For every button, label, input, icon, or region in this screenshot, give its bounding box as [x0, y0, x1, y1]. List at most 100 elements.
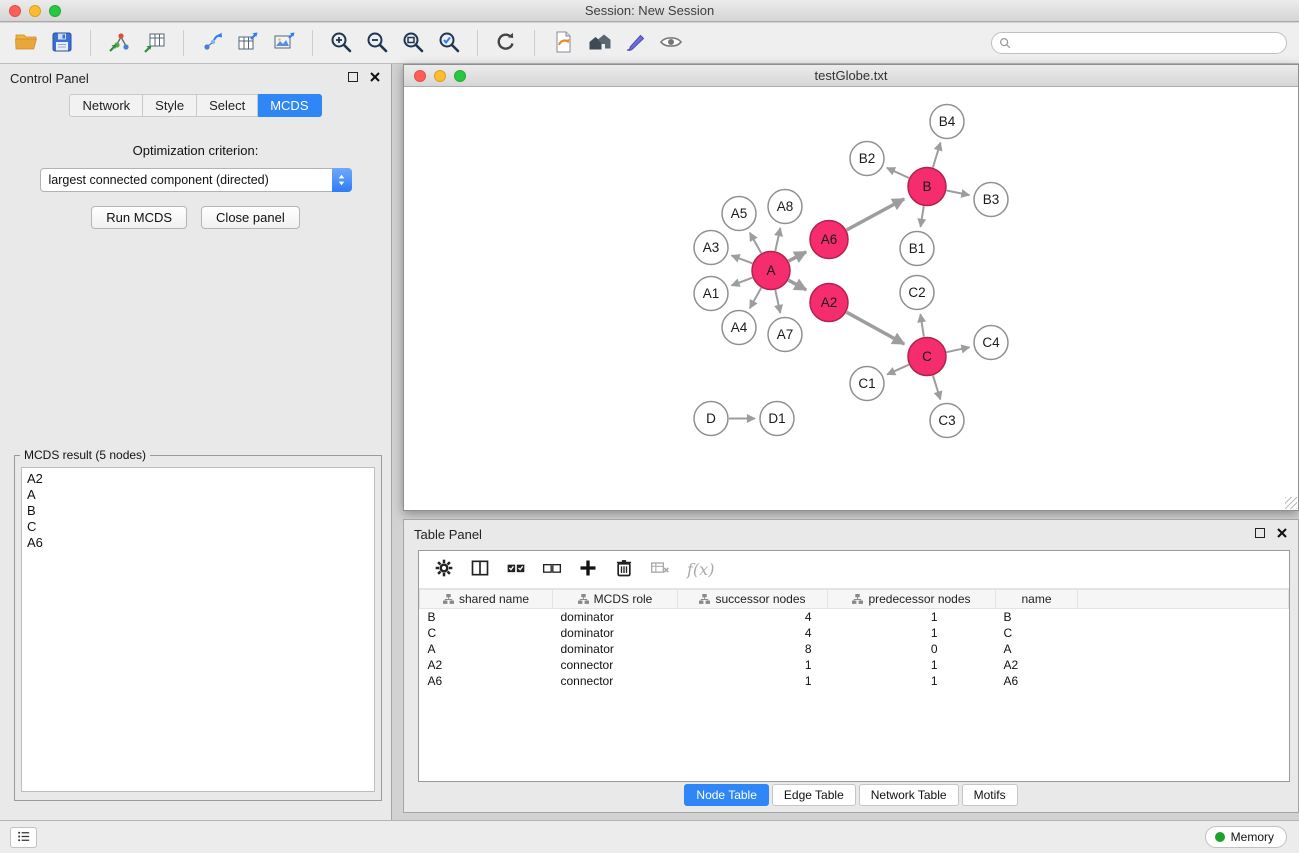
function-builder-button[interactable]: f(x)	[681, 555, 714, 585]
graph-node-A7[interactable]: A7	[768, 318, 802, 352]
graph-node-B[interactable]: B	[908, 168, 946, 206]
tab-style[interactable]: Style	[143, 94, 197, 117]
delete-table-button[interactable]	[645, 555, 675, 585]
mcds-result-item[interactable]: B	[27, 503, 369, 519]
graph-edge-A-A8[interactable]	[775, 228, 780, 251]
export-table-button[interactable]	[232, 27, 264, 59]
memory-button[interactable]: Memory	[1205, 826, 1287, 848]
export-image-button[interactable]	[268, 27, 300, 59]
mcds-result-item[interactable]: C	[27, 519, 369, 535]
graph-node-A3[interactable]: A3	[694, 231, 728, 265]
graph-node-B2[interactable]: B2	[850, 142, 884, 176]
column-header-successor-nodes[interactable]: successor nodes	[678, 590, 828, 609]
tab-node-table[interactable]: Node Table	[684, 784, 769, 806]
tab-select[interactable]: Select	[197, 94, 258, 117]
graph-node-C3[interactable]: C3	[930, 404, 964, 438]
mcds-result-item[interactable]: A	[27, 487, 369, 503]
close-panel-button[interactable]	[369, 71, 381, 83]
zoom-out-button[interactable]	[361, 27, 393, 59]
tab-edge-table[interactable]: Edge Table	[772, 784, 856, 806]
graph-edge-A6-B[interactable]	[847, 199, 905, 230]
zoom-fit-button[interactable]	[397, 27, 429, 59]
zoom-in-button[interactable]	[325, 27, 357, 59]
table-row[interactable]: A2connector11A2	[420, 657, 1289, 673]
run-mcds-button[interactable]: Run MCDS	[91, 206, 187, 229]
network-window-titlebar[interactable]: testGlobe.txt	[404, 65, 1298, 87]
graph-node-A5[interactable]: A5	[722, 197, 756, 231]
graph-edge-A-A3[interactable]	[732, 255, 753, 263]
graph-edge-B-B3[interactable]	[947, 191, 970, 196]
table-settings-button[interactable]	[429, 555, 459, 585]
close-panel-action-button[interactable]: Close panel	[201, 206, 300, 229]
graph-edge-A-A5[interactable]	[750, 233, 761, 253]
graph-node-A6[interactable]: A6	[810, 221, 848, 259]
select-all-columns-button[interactable]	[501, 555, 531, 585]
zoom-window-button[interactable]	[49, 5, 61, 17]
network-close-button[interactable]	[414, 70, 426, 82]
open-file-button[interactable]	[10, 27, 42, 59]
graph-edge-C-C3[interactable]	[933, 376, 940, 400]
graph-edge-B-B1[interactable]	[921, 206, 924, 227]
table-row[interactable]: Bdominator41B	[420, 609, 1289, 625]
mcds-result-item[interactable]: A2	[27, 471, 369, 487]
first-neighbors-button[interactable]	[547, 27, 579, 59]
zoom-selected-button[interactable]	[433, 27, 465, 59]
import-table-button[interactable]	[139, 27, 171, 59]
deselect-all-columns-button[interactable]	[537, 555, 567, 585]
graph-node-C[interactable]: C	[908, 338, 946, 376]
eye-button[interactable]	[655, 27, 687, 59]
close-table-panel-button[interactable]	[1276, 527, 1288, 539]
mcds-result-item[interactable]: A6	[27, 535, 369, 551]
graph-edge-B-B2[interactable]	[887, 168, 909, 178]
graph-edge-A-A7[interactable]	[775, 290, 780, 313]
command-panel-button[interactable]	[10, 827, 37, 848]
import-network-button[interactable]	[103, 27, 135, 59]
graph-edge-A-A4[interactable]	[750, 288, 761, 308]
refresh-layout-button[interactable]	[490, 27, 522, 59]
home-button[interactable]	[583, 27, 615, 59]
graph-node-A4[interactable]: A4	[722, 311, 756, 345]
network-zoom-button[interactable]	[454, 70, 466, 82]
graph-edge-A-A2[interactable]	[789, 280, 807, 290]
save-session-button[interactable]	[46, 27, 78, 59]
export-network-button[interactable]	[196, 27, 228, 59]
tab-mcds[interactable]: MCDS	[258, 94, 321, 117]
tab-network[interactable]: Network	[69, 94, 143, 117]
graph-edge-A-A6[interactable]	[789, 252, 807, 261]
graph-node-C2[interactable]: C2	[900, 276, 934, 310]
optimization-criterion-dropdown[interactable]: largest connected component (directed)	[40, 168, 352, 192]
network-canvas[interactable]: AA6A2BCA5A8A3A1A4A7B2B4B3B1C2C4C1C3DD1	[404, 87, 1298, 510]
column-header-predecessor-nodes[interactable]: predecessor nodes	[828, 590, 996, 609]
graph-edge-A-A1[interactable]	[732, 278, 753, 286]
graph-node-A[interactable]: A	[752, 252, 790, 290]
graph-node-C4[interactable]: C4	[974, 326, 1008, 360]
graph-node-A1[interactable]: A1	[694, 277, 728, 311]
graph-node-C1[interactable]: C1	[850, 367, 884, 401]
mcds-result-list[interactable]: A2ABCA6	[21, 467, 375, 792]
table-row[interactable]: Cdominator41C	[420, 625, 1289, 641]
graph-node-A8[interactable]: A8	[768, 190, 802, 224]
paint-button[interactable]	[619, 27, 651, 59]
graph-edge-A2-C[interactable]	[847, 312, 905, 344]
graph-node-B4[interactable]: B4	[930, 105, 964, 139]
graph-edge-C-C1[interactable]	[887, 365, 909, 375]
graph-edge-B-B4[interactable]	[933, 143, 941, 168]
close-window-button[interactable]	[9, 5, 21, 17]
tab-network-table[interactable]: Network Table	[859, 784, 959, 806]
float-table-panel-button[interactable]	[1255, 528, 1265, 538]
graph-node-D[interactable]: D	[694, 402, 728, 436]
search-input[interactable]	[991, 32, 1287, 54]
resize-grip[interactable]	[1285, 497, 1297, 509]
delete-column-button[interactable]	[609, 555, 639, 585]
graph-node-A2[interactable]: A2	[810, 284, 848, 322]
graph-node-B1[interactable]: B1	[900, 232, 934, 266]
float-panel-button[interactable]	[348, 72, 358, 82]
column-header-name[interactable]: name	[996, 590, 1078, 609]
table-row[interactable]: A6connector11A6	[420, 673, 1289, 689]
graph-edge-C-C4[interactable]	[947, 347, 970, 352]
show-columns-button[interactable]	[465, 555, 495, 585]
network-minimize-button[interactable]	[434, 70, 446, 82]
minimize-window-button[interactable]	[29, 5, 41, 17]
graph-edge-C-C2[interactable]	[920, 314, 924, 337]
table-row[interactable]: Adominator80A	[420, 641, 1289, 657]
